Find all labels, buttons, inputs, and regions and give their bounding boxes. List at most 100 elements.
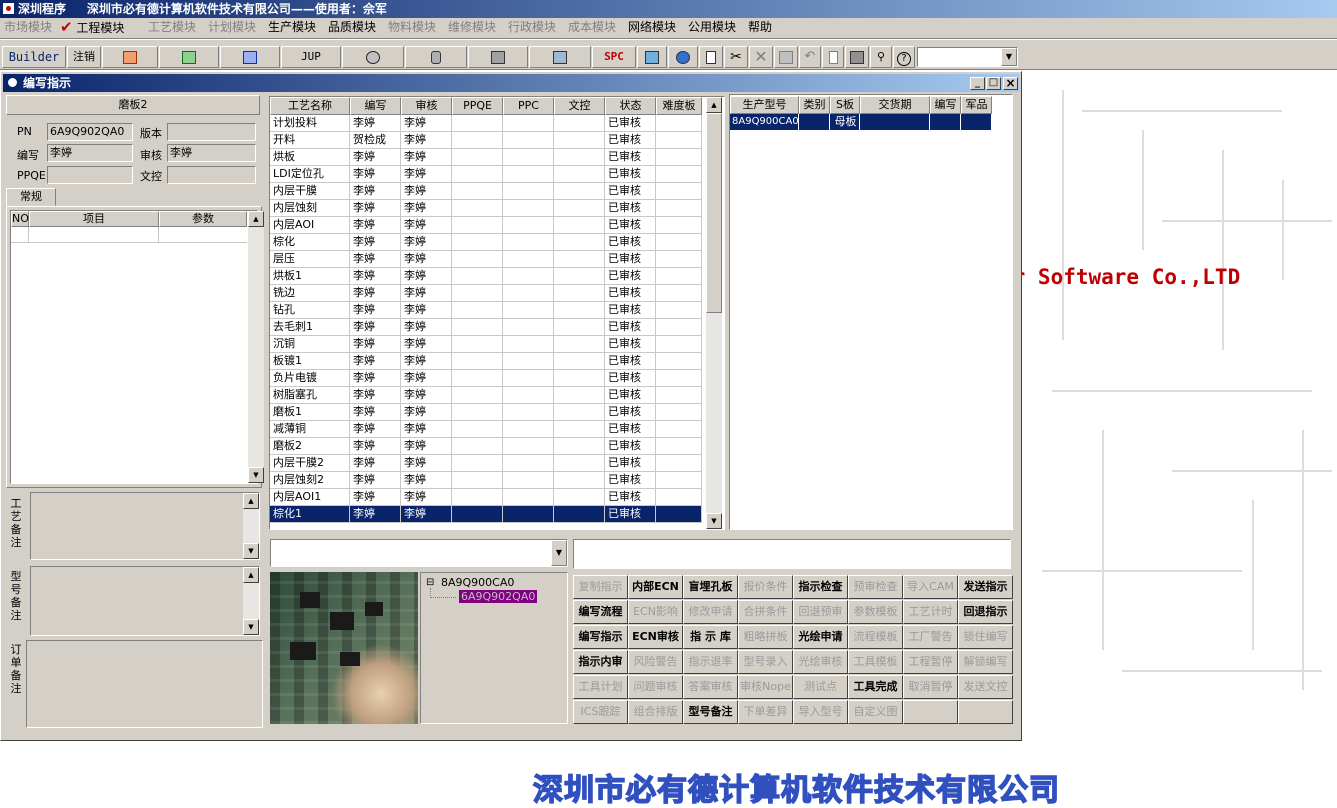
process-name-cell[interactable]: 烘板: [270, 149, 350, 166]
doc-cell[interactable]: [554, 370, 605, 387]
action-button[interactable]: 光绘申请: [793, 625, 848, 649]
menu-repair[interactable]: 维修模块: [448, 19, 496, 36]
writer-cell[interactable]: 李婷: [350, 217, 401, 234]
writer-cell[interactable]: 李婷: [350, 319, 401, 336]
database-button[interactable]: [405, 46, 467, 68]
doc-field[interactable]: [167, 166, 256, 184]
action-button[interactable]: 参数模板: [848, 600, 903, 624]
difficulty-cell[interactable]: [656, 404, 702, 421]
reviewer-cell[interactable]: 李婷: [401, 115, 452, 132]
status-cell[interactable]: 已审核: [605, 251, 656, 268]
difficulty-cell[interactable]: [656, 217, 702, 234]
doc-cell[interactable]: [554, 438, 605, 455]
table-row[interactable]: 内层AOI1 李婷 李婷 已审核: [270, 489, 704, 506]
ppc-cell[interactable]: [503, 166, 554, 183]
menu-market[interactable]: 市场模块: [4, 19, 52, 36]
writer-cell[interactable]: 李婷: [350, 506, 401, 523]
reviewer-cell[interactable]: 李婷: [401, 132, 452, 149]
ppc-cell[interactable]: [503, 200, 554, 217]
product-grid[interactable]: [729, 94, 1013, 530]
difficulty-cell[interactable]: [656, 200, 702, 217]
reviewer-cell[interactable]: 李婷: [401, 183, 452, 200]
process-name-cell[interactable]: 钻孔: [270, 302, 350, 319]
process-name-cell[interactable]: 内层蚀刻2: [270, 472, 350, 489]
status-cell[interactable]: 已审核: [605, 421, 656, 438]
tree-root-node[interactable]: 8A9Q900CA0: [441, 576, 514, 589]
process-name-cell[interactable]: 磨板2: [270, 438, 350, 455]
menu-network[interactable]: 网络模块: [628, 19, 676, 36]
status-cell[interactable]: 已审核: [605, 234, 656, 251]
product-delivery-cell[interactable]: [860, 114, 930, 130]
doc-cell[interactable]: [554, 115, 605, 132]
difficulty-cell[interactable]: [656, 251, 702, 268]
writer-cell[interactable]: 李婷: [350, 421, 401, 438]
table-row[interactable]: 磨板1 李婷 李婷 已审核: [270, 404, 704, 421]
table-row[interactable]: 磨板2 李婷 李婷 已审核: [270, 438, 704, 455]
difficulty-cell[interactable]: [656, 166, 702, 183]
action-button[interactable]: 下单差异: [738, 700, 793, 724]
doc-cell[interactable]: [554, 336, 605, 353]
difficulty-cell[interactable]: [656, 438, 702, 455]
reviewer-cell[interactable]: 李婷: [401, 438, 452, 455]
action-button[interactable]: 答案审核: [683, 675, 738, 699]
action-button[interactable]: 合拼条件: [738, 600, 793, 624]
process-name-cell[interactable]: 棕化: [270, 234, 350, 251]
action-button[interactable]: 解锁编写: [958, 650, 1013, 674]
reviewer-cell[interactable]: 李婷: [401, 353, 452, 370]
action-button[interactable]: 取消暂停: [903, 675, 958, 699]
save-button[interactable]: [774, 46, 798, 68]
doc-cell[interactable]: [554, 421, 605, 438]
reviewer-cell[interactable]: 李婷: [401, 251, 452, 268]
tree-child-node[interactable]: 6A9Q902QA0: [459, 590, 538, 603]
undo-button[interactable]: ↶: [799, 46, 821, 68]
view-button[interactable]: [342, 46, 404, 68]
doc-cell[interactable]: [554, 183, 605, 200]
ppqe-cell[interactable]: [452, 285, 503, 302]
ppqe-field[interactable]: [47, 166, 133, 184]
action-button[interactable]: 修改申请: [683, 600, 738, 624]
refresh-button[interactable]: [637, 46, 667, 68]
status-cell[interactable]: 已审核: [605, 472, 656, 489]
difficulty-cell[interactable]: [656, 353, 702, 370]
action-button[interactable]: 问题审核: [628, 675, 683, 699]
ppqe-cell[interactable]: [452, 234, 503, 251]
table-row[interactable]: 沉铜 李婷 李婷 已审核: [270, 336, 704, 353]
model-tree[interactable]: ⊟ 8A9Q900CA0 6A9Q902QA0: [420, 572, 568, 724]
action-button[interactable]: 盲埋孔板: [683, 575, 738, 599]
scroll-down-icon[interactable]: ▼: [706, 513, 722, 529]
tab-general[interactable]: 常规: [6, 188, 56, 206]
status-cell[interactable]: 已审核: [605, 506, 656, 523]
action-button[interactable]: 报价条件: [738, 575, 793, 599]
writer-cell[interactable]: 李婷: [350, 489, 401, 506]
difficulty-cell[interactable]: [656, 234, 702, 251]
action-button[interactable]: 内部ECN: [628, 575, 683, 599]
ppqe-cell[interactable]: [452, 149, 503, 166]
ppc-cell[interactable]: [503, 319, 554, 336]
writer-cell[interactable]: 李婷: [350, 149, 401, 166]
difficulty-cell[interactable]: [656, 421, 702, 438]
status-cell[interactable]: 已审核: [605, 370, 656, 387]
ppc-cell[interactable]: [503, 115, 554, 132]
writer-cell[interactable]: 李婷: [350, 336, 401, 353]
writer-cell[interactable]: 李婷: [350, 387, 401, 404]
scroll-up-icon[interactable]: ▲: [706, 97, 722, 113]
scroll-down-icon[interactable]: ▼: [243, 543, 259, 559]
action-button[interactable]: 型号录入: [738, 650, 793, 674]
action-button[interactable]: 指 示 库: [683, 625, 738, 649]
ppc-cell[interactable]: [503, 251, 554, 268]
table-row[interactable]: 内层蚀刻 李婷 李婷 已审核: [270, 200, 704, 217]
writer-cell[interactable]: 李婷: [350, 370, 401, 387]
doc-cell[interactable]: [554, 166, 605, 183]
ppc-cell[interactable]: [503, 387, 554, 404]
table-row[interactable]: 板镀1 李婷 李婷 已审核: [270, 353, 704, 370]
product-writer-cell[interactable]: [930, 114, 961, 130]
cut-button[interactable]: ✂: [724, 46, 748, 68]
action-button[interactable]: 导入型号: [793, 700, 848, 724]
process-name-cell[interactable]: 内层AOI: [270, 217, 350, 234]
difficulty-cell[interactable]: [656, 387, 702, 404]
process-name-cell[interactable]: LDI定位孔: [270, 166, 350, 183]
spc-button[interactable]: SPC: [592, 46, 636, 68]
chevron-down-icon[interactable]: ▼: [551, 540, 567, 566]
doc-cell[interactable]: [554, 268, 605, 285]
action-button[interactable]: [958, 700, 1013, 724]
